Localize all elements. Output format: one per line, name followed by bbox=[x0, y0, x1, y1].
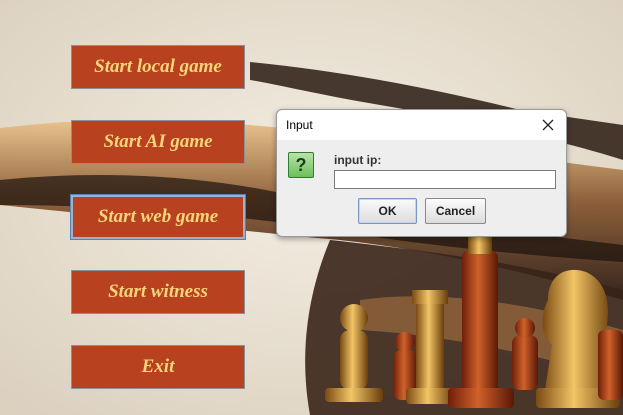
question-icon: ? bbox=[288, 152, 314, 178]
ok-button[interactable]: OK bbox=[358, 198, 417, 224]
ok-label: OK bbox=[378, 204, 397, 218]
start-witness-label: Start witness bbox=[108, 281, 208, 302]
ip-prompt-label: input ip: bbox=[334, 153, 382, 167]
start-witness-button[interactable]: Start witness bbox=[71, 270, 245, 314]
ip-input[interactable] bbox=[334, 170, 556, 189]
exit-button[interactable]: Exit bbox=[71, 345, 245, 389]
dialog-titlebar[interactable]: Input bbox=[277, 110, 566, 140]
dialog-title: Input bbox=[286, 118, 313, 132]
start-ai-game-label: Start AI game bbox=[103, 131, 213, 152]
start-ai-game-button[interactable]: Start AI game bbox=[71, 120, 245, 164]
close-button[interactable] bbox=[536, 113, 560, 137]
close-icon bbox=[542, 119, 554, 131]
exit-label: Exit bbox=[141, 356, 175, 377]
cancel-button[interactable]: Cancel bbox=[425, 198, 486, 224]
cancel-label: Cancel bbox=[435, 204, 476, 218]
start-local-game-button[interactable]: Start local game bbox=[71, 45, 245, 89]
start-web-game-label: Start web game bbox=[97, 206, 219, 227]
start-local-game-label: Start local game bbox=[94, 56, 222, 77]
start-web-game-button[interactable]: Start web game bbox=[70, 194, 246, 240]
input-dialog: Input ? input ip: OK Cancel bbox=[276, 109, 567, 237]
